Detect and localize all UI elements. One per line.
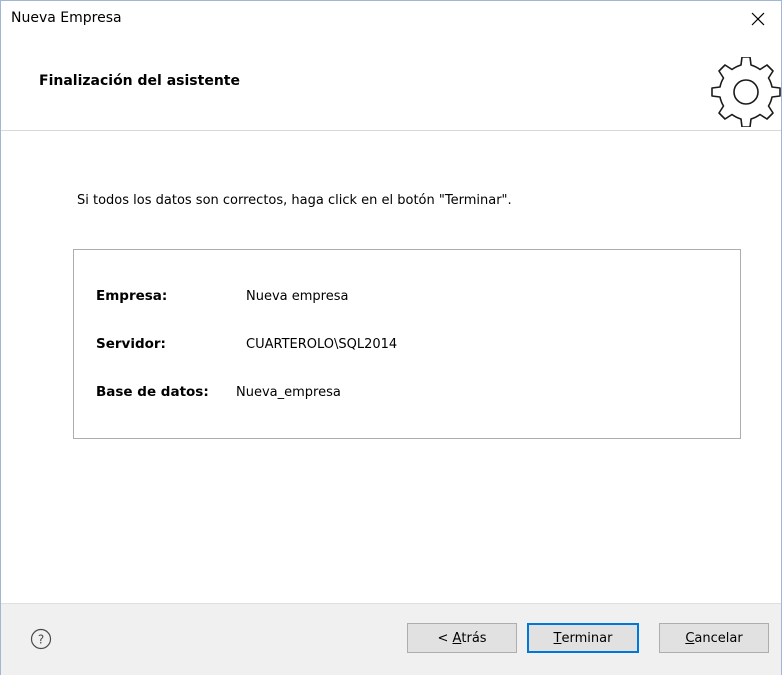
base-de-datos-value: Nueva_empresa (236, 385, 341, 400)
window-title: Nueva Empresa (11, 10, 122, 26)
back-button[interactable]: < Atrás (407, 623, 517, 653)
instruction-text: Si todos los datos son correctos, haga c… (77, 193, 512, 208)
page-title: Finalización del asistente (39, 73, 240, 89)
wizard-footer: ? < Atrás Terminar Cancelar (1, 603, 781, 675)
servidor-label: Servidor: (96, 336, 166, 352)
title-bar: Nueva Empresa (1, 1, 781, 37)
back-accel: A (452, 630, 462, 646)
back-label-rest: trás (461, 630, 487, 646)
wizard-content: Si todos los datos son correctos, haga c… (1, 131, 781, 601)
empresa-label: Empresa: (96, 288, 168, 304)
wizard-header: Finalización del asistente (1, 37, 781, 131)
empresa-value: Nueva empresa (246, 289, 349, 304)
cancel-label-rest: ancelar (694, 630, 743, 646)
back-prefix: < (437, 630, 453, 646)
finish-label-rest: erminar (561, 630, 613, 646)
gear-icon (711, 57, 781, 127)
base-de-datos-label: Base de datos: (96, 384, 209, 400)
finish-accel: T (553, 630, 562, 646)
cancel-accel: C (685, 630, 695, 646)
cancel-button[interactable]: Cancelar (659, 623, 769, 653)
servidor-value: CUARTEROLO\SQL2014 (246, 337, 398, 352)
close-button[interactable] (735, 1, 781, 37)
wizard-window: Nueva Empresa Finalización del asistente… (0, 0, 782, 675)
summary-box: Empresa: Nueva empresa Servidor: CUARTER… (73, 249, 741, 439)
svg-text:?: ? (38, 633, 44, 647)
help-icon[interactable]: ? (30, 628, 52, 650)
close-icon (751, 12, 765, 26)
finish-button[interactable]: Terminar (527, 623, 639, 653)
